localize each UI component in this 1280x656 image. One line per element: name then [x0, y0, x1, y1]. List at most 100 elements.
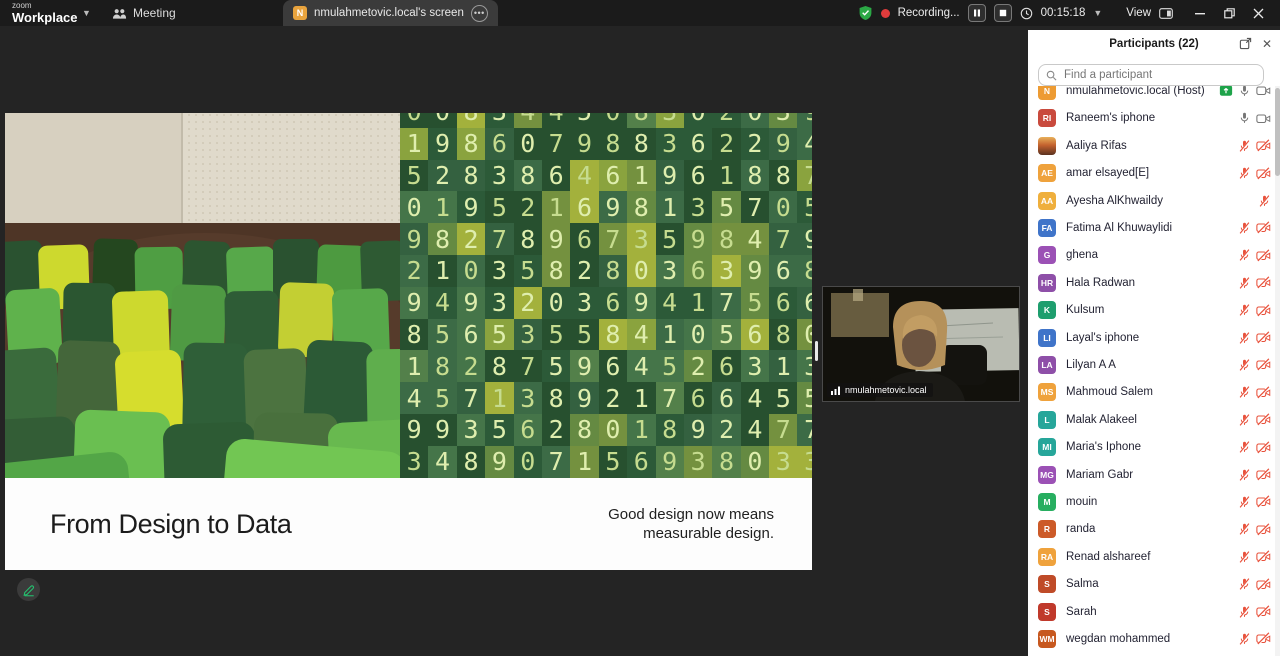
tab-meeting[interactable]: Meeting	[112, 0, 176, 26]
avatar: MG	[1038, 466, 1056, 484]
mic-off-icon[interactable]	[1238, 248, 1251, 262]
grid-digit: 9	[741, 255, 769, 287]
participant-row[interactable]: FAFatima Al Khuwaylidi	[1028, 214, 1280, 241]
camera-off-icon[interactable]	[1256, 523, 1271, 536]
participant-row[interactable]: MGMariam Gabr	[1028, 461, 1280, 488]
camera-off-icon[interactable]	[1256, 167, 1271, 180]
participant-row[interactable]: Aaliya Rifas	[1028, 132, 1280, 159]
camera-off-icon[interactable]	[1256, 139, 1271, 152]
camera-off-icon[interactable]	[1256, 331, 1271, 344]
camera-icon[interactable]	[1256, 112, 1271, 125]
camera-off-icon[interactable]	[1256, 550, 1271, 563]
security-shield-icon[interactable]	[858, 5, 873, 21]
camera-off-icon[interactable]	[1256, 249, 1271, 262]
chevron-down-icon[interactable]: ▼	[82, 8, 91, 18]
camera-off-icon[interactable]	[1256, 221, 1271, 234]
mic-off-icon[interactable]	[1238, 166, 1251, 180]
tab-options-icon[interactable]: •••	[471, 5, 488, 22]
camera-off-icon[interactable]	[1256, 413, 1271, 426]
camera-off-icon[interactable]	[1256, 468, 1271, 481]
mic-off-icon[interactable]	[1238, 276, 1251, 290]
grid-digit: 3	[514, 319, 542, 351]
mic-off-icon[interactable]	[1238, 495, 1251, 509]
mic-off-icon[interactable]	[1258, 194, 1271, 208]
grid-digit: 3	[457, 414, 485, 446]
participant-row[interactable]: AEamar elsayed[E]	[1028, 160, 1280, 187]
camera-off-icon[interactable]	[1256, 304, 1271, 317]
mic-off-icon[interactable]	[1238, 605, 1251, 619]
participant-status-icons	[1238, 577, 1271, 591]
mic-off-icon[interactable]	[1238, 577, 1251, 591]
participant-row[interactable]: HRHala Radwan	[1028, 269, 1280, 296]
grid-row: 008344508302039	[400, 113, 812, 128]
grid-digit: 0	[599, 414, 627, 446]
annotate-button[interactable]	[17, 578, 40, 601]
participant-row[interactable]: AAAyesha AlKhwaildy	[1028, 187, 1280, 214]
minimize-button[interactable]	[1195, 8, 1206, 19]
mic-off-icon[interactable]	[1238, 440, 1251, 454]
grid-digit: 9	[599, 191, 627, 223]
camera-off-icon[interactable]	[1256, 441, 1271, 454]
grid-digit: 5	[570, 319, 598, 351]
mic-off-icon[interactable]	[1238, 550, 1251, 564]
pause-recording-button[interactable]	[968, 4, 986, 22]
grid-digit: 9	[542, 223, 570, 255]
participant-row[interactable]: Gghena	[1028, 242, 1280, 269]
participant-row[interactable]: MSMahmoud Salem	[1028, 379, 1280, 406]
camera-off-icon[interactable]	[1256, 605, 1271, 618]
grid-digit: 2	[514, 191, 542, 223]
participant-row[interactable]: MIMaria's Iphone	[1028, 434, 1280, 461]
mic-off-icon[interactable]	[1238, 522, 1251, 536]
mic-off-icon[interactable]	[1238, 331, 1251, 345]
grid-digit: 0	[400, 191, 428, 223]
participant-row[interactable]: Rranda	[1028, 516, 1280, 543]
camera-off-icon[interactable]	[1256, 578, 1271, 591]
camera-off-icon[interactable]	[1256, 276, 1271, 289]
mic-off-icon[interactable]	[1238, 385, 1251, 399]
mic-icon[interactable]	[1238, 84, 1251, 98]
camera-off-icon[interactable]	[1256, 495, 1271, 508]
grid-digit: 3	[485, 113, 513, 128]
participant-status-icons	[1238, 413, 1271, 427]
popout-icon[interactable]	[1239, 37, 1252, 50]
brand-zoom: zoom	[12, 2, 78, 10]
participant-row[interactable]: RARenad alshareef	[1028, 543, 1280, 570]
participant-row[interactable]: WMwegdan mohammed	[1028, 625, 1280, 652]
host-video-thumbnail[interactable]: nmulahmetovic.local	[822, 286, 1020, 402]
stop-recording-button[interactable]	[994, 4, 1012, 22]
participant-row[interactable]: LALilyan A A	[1028, 351, 1280, 378]
thumbnail-collapse-handle[interactable]	[815, 341, 818, 361]
close-button[interactable]	[1253, 8, 1264, 19]
camera-off-icon[interactable]	[1256, 386, 1271, 399]
camera-off-icon[interactable]	[1256, 632, 1271, 645]
search-input[interactable]	[1062, 68, 1256, 82]
close-panel-icon[interactable]: ✕	[1262, 38, 1272, 50]
grid-digit: 5	[485, 191, 513, 223]
camera-off-icon[interactable]	[1256, 358, 1271, 371]
grid-digit: 7	[769, 414, 797, 446]
participant-row[interactable]: LILayal's iphone	[1028, 324, 1280, 351]
timer-chevron-icon[interactable]: ▼	[1093, 8, 1102, 18]
grid-digit: 8	[599, 255, 627, 287]
grid-digit: 5	[797, 191, 812, 223]
mic-off-icon[interactable]	[1238, 632, 1251, 646]
participant-search[interactable]	[1038, 64, 1264, 86]
participant-row[interactable]: RIRaneem's iphone	[1028, 105, 1280, 132]
mic-off-icon[interactable]	[1238, 413, 1251, 427]
view-layout-icon[interactable]	[1159, 8, 1173, 19]
participant-row[interactable]: KKulsum	[1028, 297, 1280, 324]
mic-off-icon[interactable]	[1238, 303, 1251, 317]
mic-off-icon[interactable]	[1238, 358, 1251, 372]
mic-off-icon[interactable]	[1238, 221, 1251, 235]
participant-row[interactable]: SSalma	[1028, 571, 1280, 598]
camera-icon[interactable]	[1256, 84, 1271, 97]
tab-shared-screen[interactable]: N nmulahmetovic.local's screen •••	[283, 0, 498, 26]
participant-row[interactable]: Mmouin	[1028, 488, 1280, 515]
mic-off-icon[interactable]	[1238, 468, 1251, 482]
participant-row[interactable]: SSarah	[1028, 598, 1280, 625]
mic-off-icon[interactable]	[1238, 139, 1251, 153]
restore-button[interactable]	[1224, 8, 1235, 19]
mic-icon[interactable]	[1238, 111, 1251, 125]
participant-row[interactable]: LMalak Alakeel	[1028, 406, 1280, 433]
panel-scrollbar-thumb[interactable]	[1275, 88, 1280, 176]
